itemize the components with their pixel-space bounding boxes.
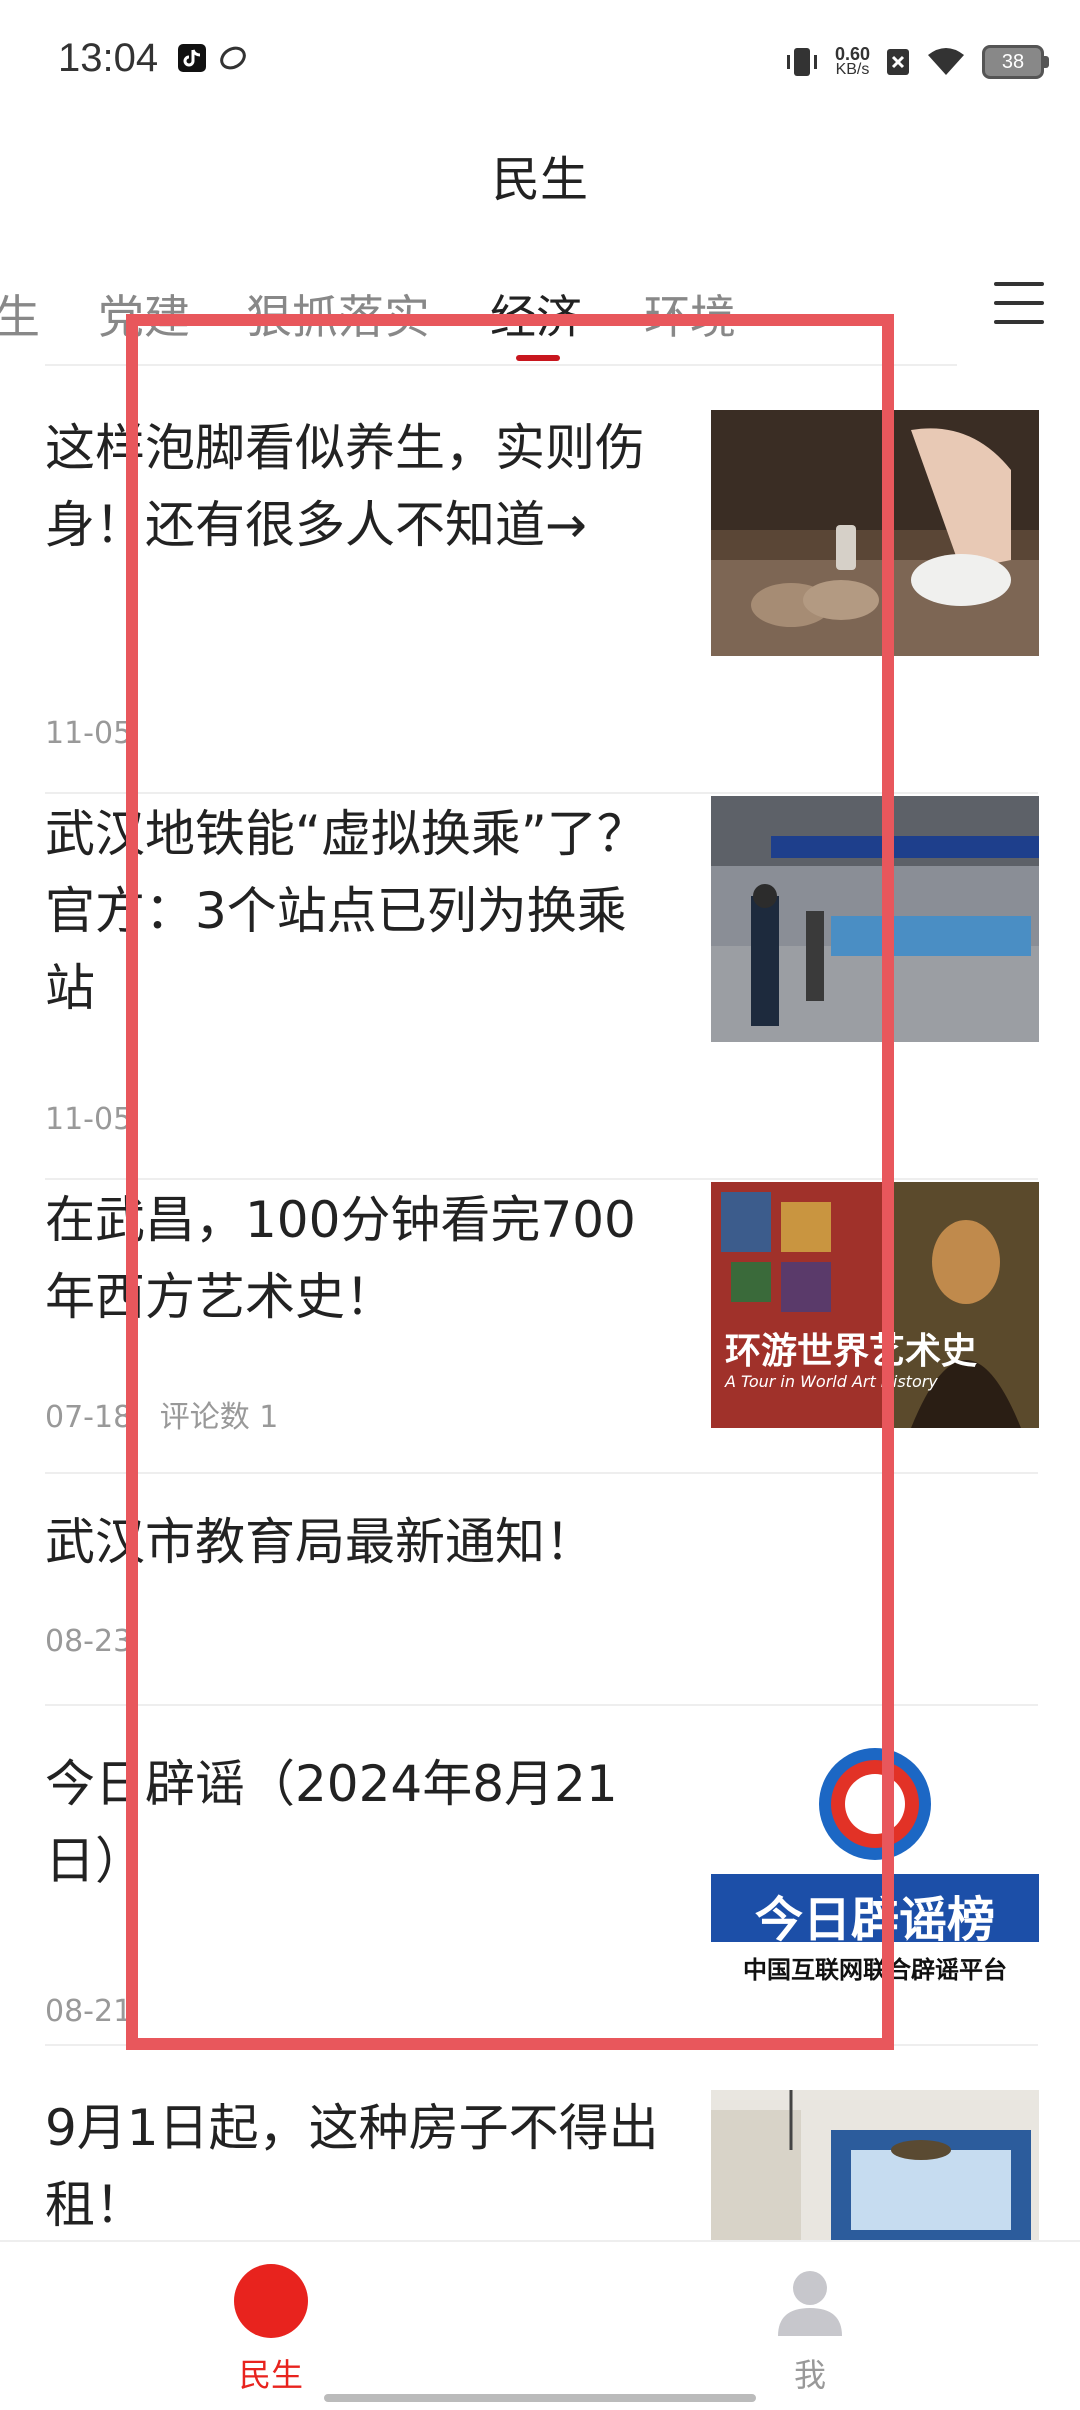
- article-thumbnail: [711, 796, 1039, 1042]
- rumor-list-title: 今日辟谣榜: [754, 1892, 995, 1948]
- rumor-platform-name: 中国互联网联合辟谣平台: [743, 1955, 1007, 1984]
- tab-dangjian[interactable]: 党建: [98, 281, 190, 347]
- article-date: 08-21: [45, 1994, 133, 2029]
- article-meta: 07-18 评论数 1: [45, 1392, 278, 1436]
- article-thumbnail: 环游世界艺术史 A Tour in World Art History: [711, 1182, 1039, 1428]
- article-date: 11-05: [45, 1102, 133, 1137]
- art-exhibition-image: [711, 1182, 1039, 1428]
- article-item[interactable]: 9月1日起，这种房子不得出租！: [45, 2090, 1039, 2240]
- vibrate-icon: [786, 48, 817, 76]
- tab-henzhua[interactable]: 狠抓落实: [246, 281, 430, 347]
- nav-minsheng[interactable]: 民生: [201, 2264, 341, 2396]
- article-title: 这样泡脚看似养生，实则伤身！还有很多人不知道→: [45, 419, 645, 554]
- article-thumbnail: [711, 2090, 1039, 2240]
- status-bar: 13:04 0.60 KB/s 38: [0, 0, 1080, 120]
- article-date: 07-18: [45, 1400, 133, 1435]
- tab-huanjing[interactable]: 环境: [644, 281, 736, 347]
- net-speed: 0.60 KB/s: [834, 44, 870, 78]
- article-item[interactable]: 今日辟谣（2024年8月21日） 08-21 今日辟谣榜 中国互联网联合辟谣平台: [45, 1704, 1039, 2046]
- status-right: 0.60 KB/s 38: [785, 40, 1049, 84]
- wifi-icon: [928, 48, 964, 75]
- article-title: 武汉地铁能“虚拟换乘”了？官方：3个站点已列为换乘站: [45, 805, 647, 1017]
- article-date: 08-23: [45, 1624, 133, 1659]
- article-title: 今日辟谣（2024年8月21日）: [45, 1755, 618, 1890]
- nav-label: 民生: [238, 2356, 303, 2394]
- article-feed[interactable]: 这样泡脚看似养生，实则伤身！还有很多人不知道→ 11-05 武汉地铁能“虚拟换乘…: [0, 368, 1080, 2240]
- divider: [45, 2044, 1038, 2046]
- divider: [45, 792, 1038, 794]
- home-indicator: [324, 2394, 756, 2402]
- menu-icon[interactable]: [994, 278, 1044, 328]
- poster-title: 环游世界艺术史: [725, 1330, 978, 1372]
- article-item[interactable]: 武汉地铁能“虚拟换乘”了？官方：3个站点已列为换乘站 11-05: [45, 796, 1039, 1180]
- page-title: 民生: [491, 152, 588, 208]
- category-tabs: 生 党建 狠抓落实 经济 环境: [0, 265, 960, 365]
- bottom-nav: 民生 我: [0, 2240, 1080, 2410]
- article-comments: 评论数 1: [159, 1400, 279, 1435]
- user-icon: [778, 2271, 842, 2336]
- app-notification-icon: [220, 46, 246, 70]
- article-title: 9月1日起，这种房子不得出租！: [45, 2099, 659, 2234]
- article-title: 武汉市教育局最新通知！: [45, 1513, 595, 1571]
- tabs-divider: [45, 364, 957, 366]
- article-thumbnail: [711, 410, 1039, 656]
- poster-subtitle: A Tour in World Art History: [725, 1372, 938, 1391]
- home-icon: [234, 2264, 308, 2338]
- tab-jingji[interactable]: 经济: [490, 281, 582, 347]
- article-item[interactable]: 武汉市教育局最新通知！ 08-23: [45, 1472, 1038, 1706]
- tiktok-icon: [178, 44, 206, 72]
- no-sim-icon: [887, 49, 909, 75]
- article-date: 11-05: [45, 716, 133, 751]
- tab-minsheng[interactable]: 生: [0, 281, 40, 347]
- nav-label: 我: [793, 2356, 826, 2394]
- battery-icon: 38: [982, 45, 1049, 79]
- article-title: 在武昌，100分钟看完700年西方艺术史！: [45, 1191, 636, 1326]
- divider: [45, 1178, 1038, 1180]
- status-time: 13:04: [58, 36, 159, 80]
- nav-me[interactable]: 我: [740, 2264, 880, 2396]
- article-thumbnail: 今日辟谣榜 中国互联网联合辟谣平台: [711, 1746, 1039, 1992]
- active-tab-indicator: [516, 355, 560, 361]
- article-item[interactable]: 在武昌，100分钟看完700年西方艺术史！ 07-18 评论数 1 环游世界艺术…: [45, 1182, 1039, 1474]
- article-item[interactable]: 这样泡脚看似养生，实则伤身！还有很多人不知道→ 11-05: [45, 410, 1039, 794]
